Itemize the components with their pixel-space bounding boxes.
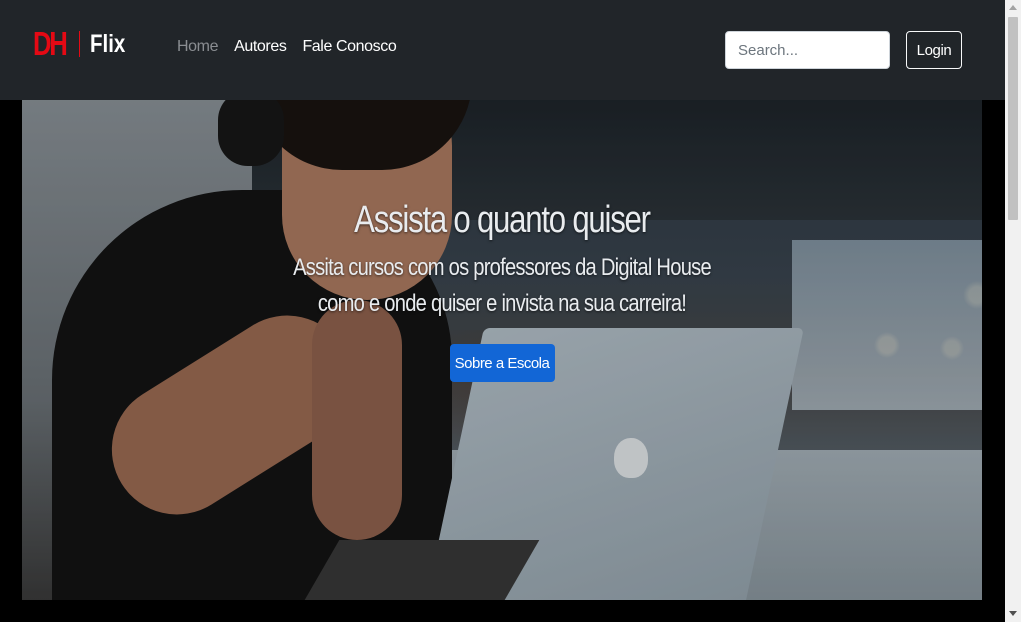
nav-link-fale-conosco[interactable]: Fale Conosco: [302, 38, 396, 56]
nav-link-home[interactable]: Home: [177, 38, 218, 56]
scroll-up-arrow-icon[interactable]: [1009, 5, 1017, 10]
hero-subtitle: Assita cursos com os professores da Digi…: [293, 254, 712, 317]
hero-carousel: Assista o quanto quiser Assita cursos co…: [22, 100, 982, 600]
login-button[interactable]: Login: [906, 31, 962, 69]
nav-link-autores[interactable]: Autores: [234, 38, 287, 56]
hero-title: Assista o quanto quiser: [354, 199, 651, 241]
brand-logo[interactable]: DH Flix: [33, 22, 133, 66]
scroll-thumb[interactable]: [1008, 17, 1018, 220]
about-school-button[interactable]: Sobre a Escola: [449, 344, 555, 382]
brand-dh-mark: DH: [33, 25, 68, 62]
nav-links: Home Autores Fale Conosco: [177, 38, 397, 56]
navbar: DH Flix Home Autores Fale Conosco Login: [0, 0, 1005, 100]
vertical-scrollbar[interactable]: [1005, 0, 1021, 622]
brand-divider: [79, 31, 80, 57]
hero-caption: Assista o quanto quiser Assita cursos co…: [22, 198, 982, 382]
page: DH Flix Home Autores Fale Conosco Login: [0, 0, 1005, 622]
scroll-down-arrow-icon[interactable]: [1009, 611, 1017, 616]
brand-name: Flix: [90, 29, 126, 58]
search-input[interactable]: [725, 31, 890, 69]
